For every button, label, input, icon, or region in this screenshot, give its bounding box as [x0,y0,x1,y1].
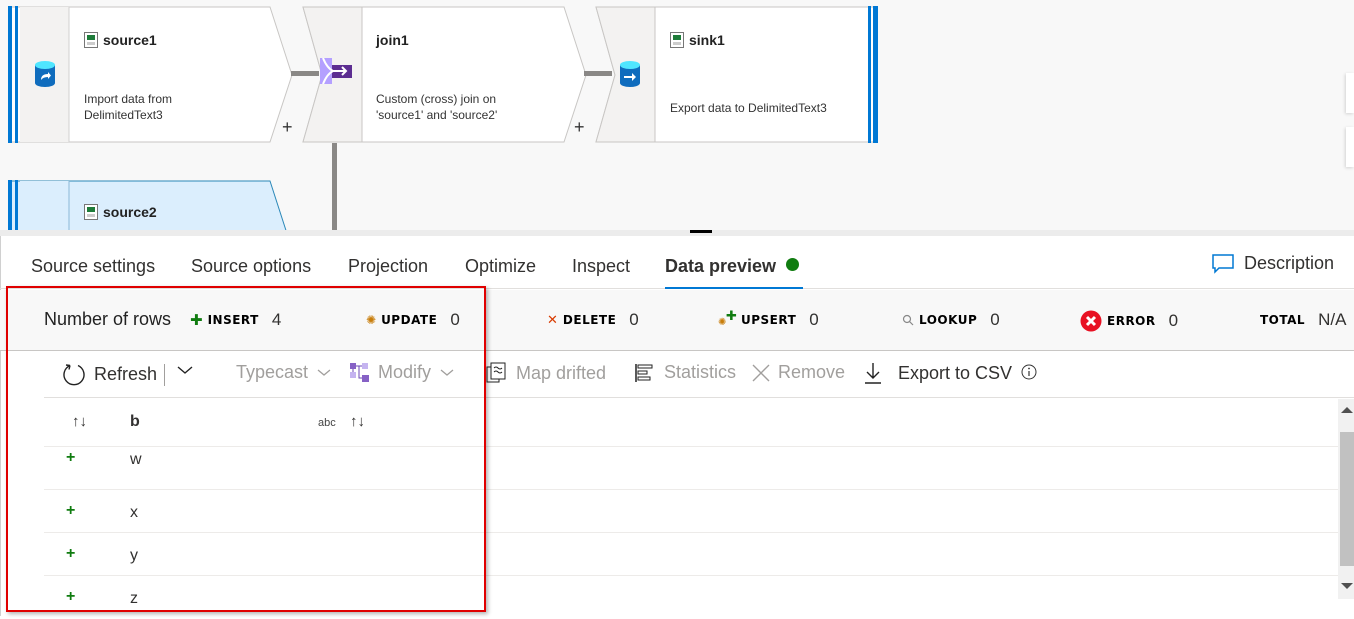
info-icon [1021,364,1037,380]
table-row[interactable]: + x [44,490,1338,533]
x-icon: ✕ [547,312,558,327]
tab-inspect[interactable]: Inspect [572,256,630,289]
add-transform-button[interactable]: + [282,118,293,136]
statistics-icon [635,363,653,382]
data-preview-grid: ↑↓ b abc ↑↓ + w + x + y + z [44,399,1338,619]
search-icon [902,314,914,326]
chevron-down-icon [440,369,454,376]
side-panel-tab[interactable] [1346,73,1354,113]
stat-error: ERROR 0 [1080,310,1178,332]
cell-b: y [130,547,138,564]
node-description: Custom (cross) join on 'source1' and 'so… [376,92,498,122]
data-flow-canvas[interactable]: source1 Import data from DelimitedText3 … [0,0,1354,230]
preview-toolbar: Refresh Typecast Modify Map drifted Stat… [44,352,1354,398]
insert-icon: + [66,449,76,466]
scroll-down-arrow-icon[interactable] [1341,583,1353,589]
info-button[interactable] [1021,364,1037,380]
node-title: source2 [84,204,157,220]
connector-line-vertical [332,143,337,230]
error-icon [1080,310,1102,332]
stat-update: ✺ UPDATE 0 [366,310,460,329]
stat-lookup: LOOKUP 0 [902,310,1000,330]
stat-insert: ✚ INSERT 4 [190,310,282,329]
stat-delete: ✕ DELETE 0 [547,310,639,329]
csv-file-icon [84,204,98,220]
table-row[interactable]: + y [44,533,1338,576]
node-join1[interactable]: join1 Custom (cross) join on 'source1' a… [302,6,587,144]
stat-upsert: ✺ ✚ UPSERT 0 [718,308,819,329]
source-db-icon [34,60,56,93]
splitter-handle[interactable] [690,230,712,233]
sink-db-icon [619,60,641,93]
node-title: sink1 [670,32,725,48]
scroll-up-arrow-icon[interactable] [1341,407,1353,413]
side-panel-tab[interactable] [1346,127,1354,167]
insert-icon: + [66,502,76,519]
rows-label: Number of rows [44,309,172,329]
node-description: Import data from DelimitedText3 [84,92,173,122]
node-source2[interactable]: source2 [8,180,293,230]
tab-source-settings[interactable]: Source settings [31,256,155,289]
plus-icon: ✚ [190,312,203,329]
refresh-options-dropdown[interactable] [176,364,194,376]
close-icon [752,364,770,381]
modify-icon [350,362,369,382]
node-sink1[interactable]: sink1 Export data to DelimitedText3 [595,6,880,144]
upsert-icon: ✺ ✚ [718,308,737,328]
add-transform-button[interactable]: + [574,118,585,136]
row-stats-bar: Number of rows ✚ INSERT 4 ✺ UPDATE 0 ✕ D… [0,290,1354,351]
chevron-down-icon [177,366,193,374]
csv-file-icon [84,32,98,48]
vertical-scrollbar[interactable] [1338,399,1354,599]
remove-button[interactable]: Remove [752,362,845,383]
string-type-icon: abc [318,417,336,429]
stat-total: TOTAL N/A [1260,310,1347,329]
chevron-down-icon [317,369,331,376]
sort-icon[interactable]: ↑↓ [350,413,365,430]
tab-data-preview[interactable]: Data preview [665,256,804,289]
settings-tabs: Source settings Source options Projectio… [0,236,1354,289]
map-drifted-icon [486,362,506,383]
table-row[interactable]: + w [44,447,1338,490]
insert-icon: + [66,545,76,562]
csv-file-icon [670,32,684,48]
statistics-button[interactable]: Statistics [634,362,736,383]
modify-button[interactable]: Modify [350,362,455,383]
grid-header: ↑↓ b abc ↑↓ [44,399,1338,447]
node-source1[interactable]: source1 Import data from DelimitedText3 [8,6,293,144]
node-title: source1 [84,32,157,48]
join-icon [320,57,352,89]
cell-b: w [130,451,142,468]
export-csv-button[interactable]: Export to CSV [864,362,1012,384]
status-dot-icon [786,258,800,271]
comment-icon [1212,253,1234,274]
typecast-button[interactable]: Typecast [236,362,332,383]
asterisk-icon: ✺ [366,313,377,327]
toolbar-separator [164,364,165,386]
table-row[interactable]: + z [44,576,1338,619]
map-drifted-button[interactable]: Map drifted [486,362,606,384]
sort-icon[interactable]: ↑↓ [72,413,87,430]
cell-b: z [130,590,138,607]
download-icon [865,363,881,384]
node-description: Export data to DelimitedText3 [670,101,827,115]
refresh-icon [63,364,85,386]
cell-b: x [130,504,138,521]
insert-icon: + [66,588,76,605]
column-header-b[interactable]: b [130,413,140,431]
scroll-thumb[interactable] [1340,432,1354,566]
node-title: join1 [376,32,409,48]
tab-projection[interactable]: Projection [348,256,428,289]
description-button[interactable]: Description [1212,253,1334,274]
tab-optimize[interactable]: Optimize [465,256,536,289]
refresh-button[interactable]: Refresh [62,362,157,386]
tab-source-options[interactable]: Source options [191,256,311,289]
